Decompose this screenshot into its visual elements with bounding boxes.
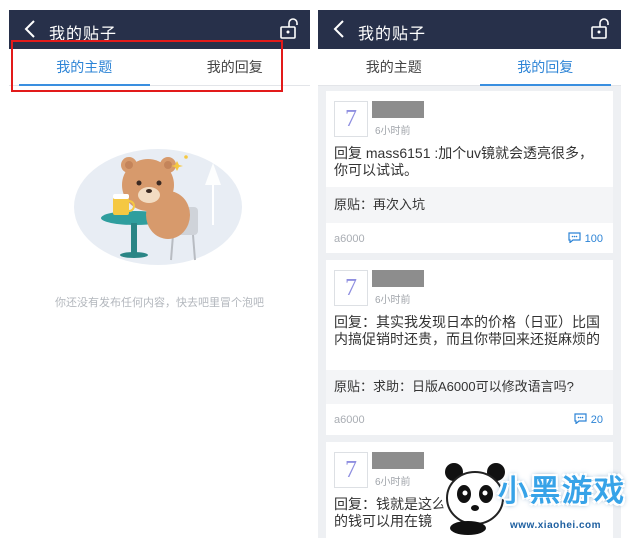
username-redacted (372, 270, 424, 287)
original-post-title: 原贴：再次入坑 (334, 197, 426, 212)
comment-bubble-icon (574, 413, 587, 424)
username-redacted (372, 452, 424, 469)
post-time: 6小时前 (375, 477, 411, 488)
reply-card[interactable]: 7 6小时前 回复：其实我发现日本的价格（日亚）比国内搞促销时还贵，而且你带回来… (326, 260, 613, 435)
reply-card[interactable]: 7 6小时前 回复 mass6151 :加个uv镜就会透亮很多，你可以试试。 原… (326, 91, 613, 253)
original-post-link[interactable]: 原贴：再次入坑 (326, 187, 613, 223)
comment-count-value: 20 (590, 414, 603, 426)
tab-my-topics[interactable]: 我的主题 (318, 49, 470, 85)
back-arrow-icon[interactable] (21, 19, 41, 39)
page-title: 我的贴子 (358, 26, 427, 43)
tab-label: 我的回复 (517, 59, 574, 75)
forum-name[interactable]: a6000 (334, 233, 365, 245)
avatar[interactable]: 7 (334, 101, 368, 137)
comment-count[interactable]: 20 (574, 413, 603, 426)
comment-bubble-icon (568, 232, 581, 243)
post-time: 6小时前 (375, 126, 411, 137)
tab-label: 我的主题 (365, 59, 422, 75)
post-time: 6小时前 (375, 295, 411, 306)
original-post-title: 原贴：求助：日版A6000可以修改语言吗? (334, 379, 574, 394)
empty-state-bear-illustration (74, 149, 242, 265)
unlock-icon[interactable] (278, 18, 300, 40)
watermark-title: 小黑游戏 (498, 475, 626, 508)
avatar[interactable]: 7 (334, 452, 368, 488)
app-header: 我的贴子 (318, 10, 621, 49)
back-arrow-icon[interactable] (330, 19, 350, 39)
tab-bar: 我的主题 我的回复 (318, 49, 621, 86)
comment-count-value: 100 (584, 233, 603, 245)
username-redacted (372, 101, 424, 118)
forum-name[interactable]: a6000 (334, 414, 365, 426)
comment-count[interactable]: 100 (568, 232, 603, 245)
active-tab-indicator (479, 84, 611, 86)
reply-text: 回复：其实我发现日本的价格（日亚）比国内搞促销时还贵，而且你带回来还挺麻烦的 (334, 314, 600, 347)
highlight-annotation-box (11, 40, 283, 92)
empty-state-message: 你还没有发布任何内容，快去吧里冒个泡吧 (55, 297, 264, 309)
tab-my-replies[interactable]: 我的回复 (470, 49, 622, 86)
original-post-link[interactable]: 原贴：求助：日版A6000可以修改语言吗? (326, 370, 613, 404)
unlock-icon[interactable] (589, 18, 611, 40)
avatar[interactable]: 7 (334, 270, 368, 306)
reply-text: 回复 mass6151 :加个uv镜就会透亮很多，你可以试试。 (334, 145, 594, 178)
watermark-url: www.xiaohei.com (510, 520, 602, 531)
